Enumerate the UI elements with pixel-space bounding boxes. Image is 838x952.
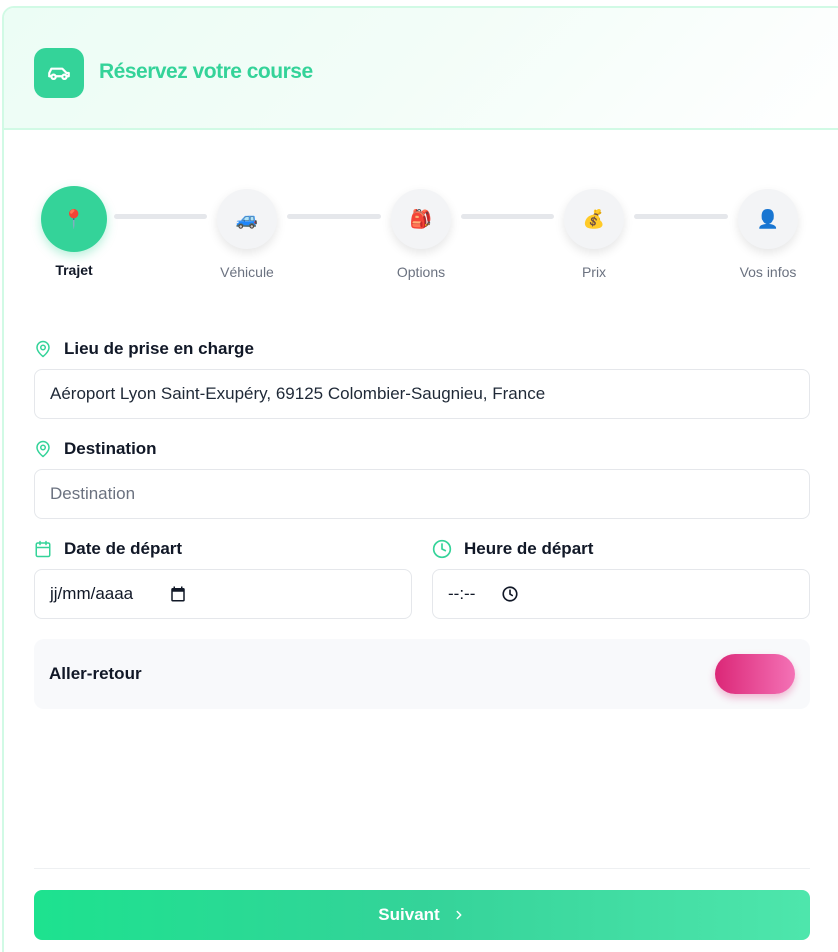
pin-icon: 📍 (41, 186, 107, 252)
step-label: Trajet (55, 262, 93, 278)
round-trip-toggle[interactable] (715, 654, 795, 694)
pickup-input[interactable]: Aéroport Lyon Saint-Exupéry, 69125 Colom… (34, 369, 810, 419)
destination-label-text: Destination (64, 439, 157, 458)
time-label: Heure de départ (432, 539, 593, 559)
step-vos-infos[interactable]: 👤 Vos infos (708, 186, 828, 280)
step-options[interactable]: 🎒 Options (361, 186, 481, 280)
step-label: Véhicule (220, 264, 274, 280)
step-label: Vos infos (739, 264, 797, 280)
time-input[interactable]: --:-- (432, 569, 810, 619)
page-title: Réservez votre course (99, 60, 313, 83)
chevron-right-icon (456, 910, 462, 920)
destination-input[interactable]: Destination (34, 469, 810, 519)
calendar-picker-icon[interactable] (169, 585, 187, 603)
pickup-label: Lieu de prise en charge (34, 339, 254, 359)
step-label: Prix (581, 264, 607, 280)
money-bag-icon: 💰 (564, 189, 624, 249)
date-value: jj/mm/aaaa (50, 584, 134, 603)
pickup-value: Aéroport Lyon Saint-Exupéry, 69125 Colom… (50, 384, 546, 403)
clock-icon (432, 539, 452, 559)
next-button-label: Suivant (378, 905, 440, 924)
date-input[interactable]: jj/mm/aaaa (34, 569, 412, 619)
car-icon (34, 48, 84, 98)
card-header: Réservez votre course (4, 8, 838, 130)
round-trip-label: Aller-retour (49, 664, 142, 683)
destination-placeholder: Destination (50, 484, 136, 503)
step-label: Options (396, 264, 446, 280)
pickup-label-text: Lieu de prise en charge (64, 339, 254, 358)
time-label-text: Heure de départ (464, 539, 594, 558)
step-vehicule[interactable]: 🚙 Véhicule (187, 186, 307, 280)
user-icon: 👤 (738, 189, 798, 249)
round-trip-row: Aller-retour (34, 639, 810, 709)
date-label: Date de départ (34, 539, 182, 559)
step-trajet[interactable]: 📍 Trajet (14, 186, 134, 278)
step-prix[interactable]: 💰 Prix (534, 186, 654, 280)
destination-label: Destination (34, 439, 157, 459)
date-label-text: Date de départ (64, 539, 183, 558)
map-pin-icon (36, 340, 50, 358)
clock-picker-icon[interactable] (501, 585, 519, 603)
car-icon: 🚙 (217, 189, 277, 249)
next-button[interactable]: Suivant (34, 890, 810, 940)
footer-divider (34, 868, 810, 869)
time-value: --:-- (448, 584, 476, 603)
map-pin-icon (36, 440, 50, 458)
calendar-icon (35, 540, 51, 558)
backpack-icon: 🎒 (391, 189, 451, 249)
